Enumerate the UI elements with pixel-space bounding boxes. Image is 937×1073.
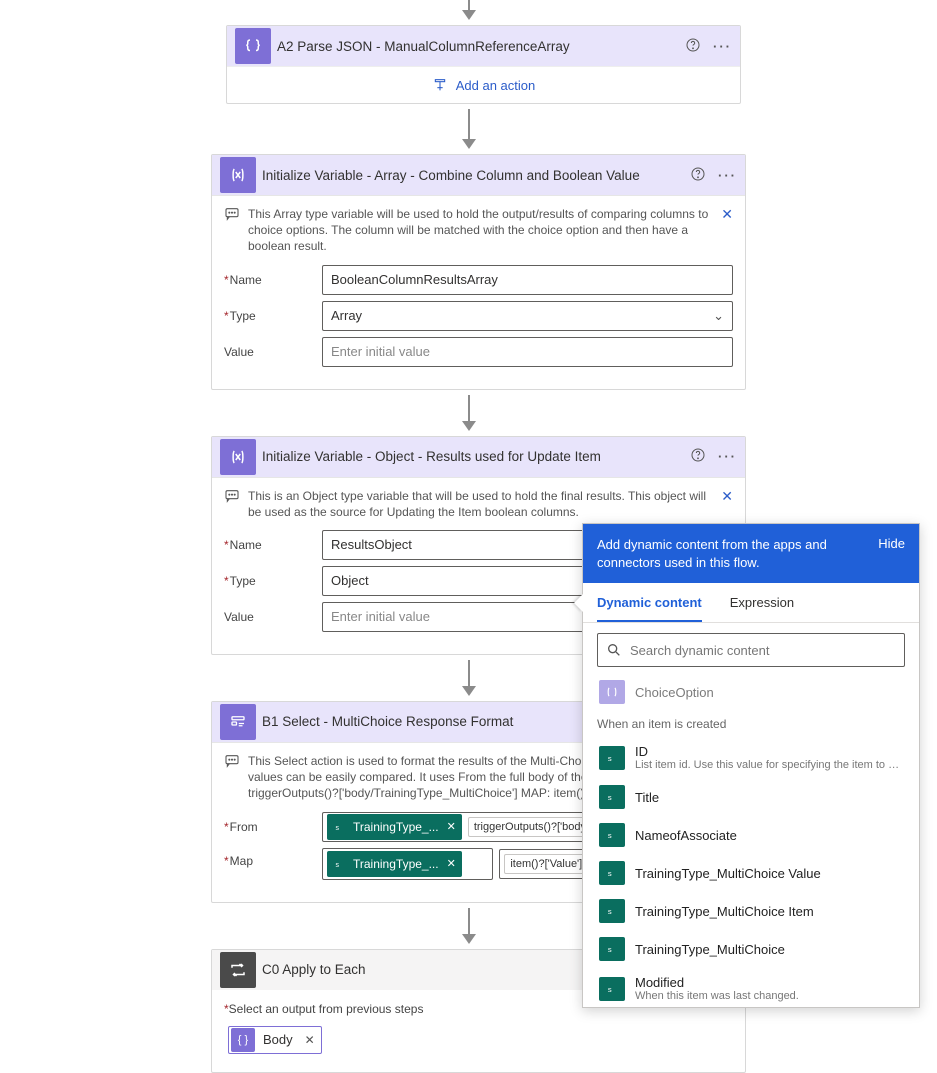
list-item[interactable]: s Modified When this item was last chang…	[597, 968, 905, 1007]
c0-output-input[interactable]: { } Body ✕	[224, 1022, 733, 1058]
svg-text:s: s	[608, 793, 612, 802]
loop-icon	[220, 952, 256, 988]
comment-icon	[224, 753, 240, 772]
sharepoint-icon: s	[329, 854, 349, 874]
braces-icon	[235, 28, 271, 64]
token-pill[interactable]: s TrainingType_... ✕	[327, 851, 462, 877]
list-item[interactable]: s ID List item id. Use this value for sp…	[597, 737, 905, 778]
comment-icon	[224, 488, 240, 507]
token-pill[interactable]: s TrainingType_... ✕	[327, 814, 462, 840]
card-title: A2 Parse JSON - ManualColumnReferenceArr…	[271, 39, 685, 54]
sharepoint-icon: s	[599, 977, 625, 1001]
panel-heading: Add dynamic content from the apps and co…	[597, 536, 868, 571]
sharepoint-icon: s	[329, 817, 349, 837]
var-icon	[599, 680, 625, 704]
more-icon[interactable]: ···	[718, 449, 737, 464]
tab-dynamic-content[interactable]: Dynamic content	[597, 583, 702, 622]
select-icon	[220, 704, 256, 740]
var-name-input[interactable]: BooleanColumnResultsArray	[322, 265, 733, 295]
more-icon[interactable]: ···	[718, 168, 737, 183]
sharepoint-icon: s	[599, 823, 625, 847]
dynamic-content-panel: Add dynamic content from the apps and co…	[582, 523, 920, 1008]
body-token[interactable]: { } Body ✕	[228, 1026, 322, 1054]
var-type-select[interactable]: Array ⌄	[322, 301, 733, 331]
svg-text:s: s	[336, 824, 340, 831]
close-icon[interactable]: ✕	[721, 488, 733, 505]
card-description: This Array type variable will be used to…	[248, 206, 713, 255]
card-title: Initialize Variable - Array - Combine Co…	[256, 168, 690, 183]
comment-icon	[224, 206, 240, 225]
group-header: When an item is created	[597, 711, 905, 737]
pill-remove[interactable]: ✕	[447, 820, 456, 833]
map-expression: item()?['Value']	[504, 854, 588, 874]
hide-button[interactable]: Hide	[878, 536, 905, 551]
svg-text:s: s	[608, 985, 612, 994]
sharepoint-icon: s	[599, 785, 625, 809]
card-description: This is an Object type variable that wil…	[248, 488, 713, 520]
more-icon[interactable]: ···	[713, 39, 732, 54]
card-title: Initialize Variable - Object - Results u…	[256, 449, 690, 464]
svg-text:s: s	[608, 945, 612, 954]
svg-text:s: s	[608, 869, 612, 878]
card-init-object-header[interactable]: Initialize Variable - Object - Results u…	[212, 437, 745, 477]
sharepoint-icon: s	[599, 899, 625, 923]
add-action-button[interactable]: Add an action	[227, 66, 740, 103]
close-icon[interactable]: ✕	[721, 206, 733, 223]
var-value-input[interactable]: Enter initial value	[322, 337, 733, 367]
select-output-label: Select an output from previous steps	[229, 1002, 424, 1016]
list-item-multichoice-value[interactable]: s TrainingType_MultiChoice Value	[597, 854, 905, 892]
svg-text:s: s	[608, 754, 612, 763]
card-a2-header[interactable]: A2 Parse JSON - ManualColumnReferenceArr…	[227, 26, 740, 66]
braces-icon: { }	[231, 1028, 255, 1052]
map-key-input[interactable]: s TrainingType_... ✕	[322, 848, 493, 880]
sharepoint-icon: s	[599, 861, 625, 885]
var-icon	[220, 157, 256, 193]
card-init-array-header[interactable]: Initialize Variable - Array - Combine Co…	[212, 155, 745, 195]
var-icon	[220, 439, 256, 475]
search-input[interactable]: Search dynamic content	[597, 633, 905, 667]
list-item[interactable]: s NameofAssociate	[597, 816, 905, 854]
sharepoint-icon: s	[599, 937, 625, 961]
pill-remove[interactable]: ✕	[447, 857, 456, 870]
help-icon[interactable]	[690, 447, 706, 466]
list-item[interactable]: s Title	[597, 778, 905, 816]
help-icon[interactable]	[685, 37, 701, 56]
list-item[interactable]: ChoiceOption	[597, 677, 905, 711]
help-icon[interactable]	[690, 166, 706, 185]
svg-text:s: s	[336, 861, 340, 868]
svg-text:s: s	[608, 907, 612, 916]
sharepoint-icon: s	[599, 746, 625, 770]
list-item-multichoice-item[interactable]: s TrainingType_MultiChoice Item	[597, 892, 905, 930]
dynamic-content-list[interactable]: ChoiceOption When an item is created s I…	[583, 677, 919, 1007]
svg-text:s: s	[608, 831, 612, 840]
search-icon	[606, 642, 622, 658]
pill-remove[interactable]: ✕	[299, 1033, 321, 1047]
chevron-down-icon: ⌄	[713, 308, 724, 324]
tab-expression[interactable]: Expression	[730, 583, 794, 622]
list-item-multichoice[interactable]: s TrainingType_MultiChoice	[597, 930, 905, 968]
